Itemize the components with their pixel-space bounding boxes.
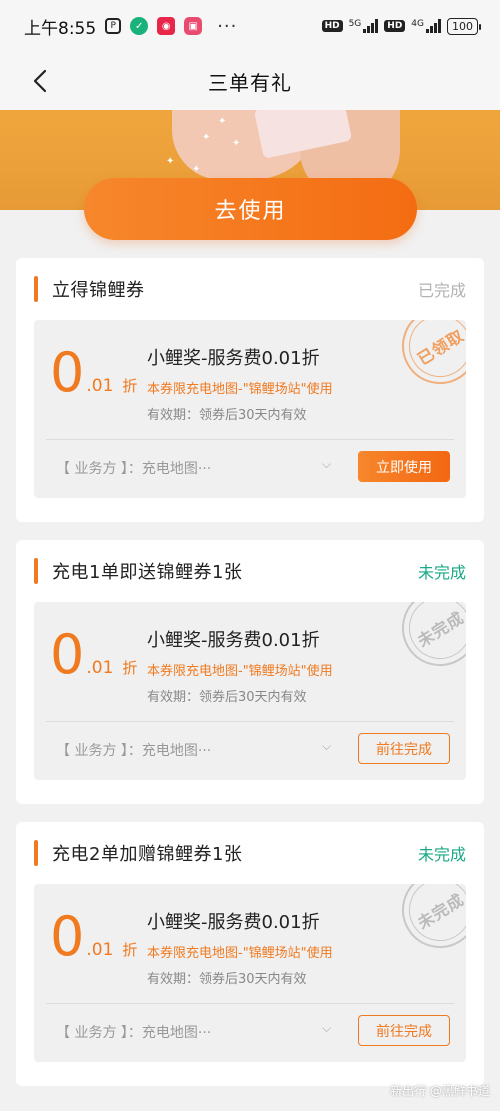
coupon-card: 0 .01 折 小鲤奖-服务费0.01折 本券限充电地图-"锦鲤场站"使用 有效…	[34, 602, 466, 780]
task-title: 充电2单加赠锦鲤券1张	[52, 844, 243, 865]
page-title: 三单有礼	[208, 70, 292, 95]
task-list: 立得锦鲤券 已完成 0 .01 折 小鲤奖-服务费0.01折 本券限充电地图-"…	[16, 258, 484, 1086]
discount-integer: 0	[50, 341, 85, 404]
coupon-validity: 有效期：领券后30天内有效	[147, 690, 307, 705]
sparkle-icon: ✦	[192, 164, 201, 175]
coupon-restriction: 本券限充电地图-"锦鲤场站"使用	[147, 946, 333, 961]
divider	[46, 439, 454, 440]
coupon-discount: 0 .01 折	[50, 910, 137, 964]
coupon-card: 0 .01 折 小鲤奖-服务费0.01折 本券限充电地图-"锦鲤场站"使用 有效…	[34, 884, 466, 1062]
title-accent-bar	[34, 276, 38, 302]
chevron-left-icon	[33, 69, 47, 93]
provider-label: 【 业务方 】：充电地图···	[56, 1025, 212, 1041]
task-card: 充电1单即送锦鲤券1张 未完成 0 .01 折 小鲤奖-服务费0.01折 本券限…	[16, 540, 484, 804]
stamp-label: 未完成	[414, 889, 466, 933]
back-button[interactable]	[24, 65, 56, 97]
coupon-validity: 有效期：领券后30天内有效	[147, 408, 307, 423]
provider-label: 【 业务方 】：充电地图···	[56, 461, 212, 477]
discount-unit: 折	[122, 377, 138, 395]
battery-icon: 100	[447, 17, 481, 35]
hd-icon-2: HD	[384, 20, 406, 32]
provider-label: 【 业务方 】：充电地图···	[56, 743, 212, 759]
task-title: 立得锦鲤券	[52, 280, 145, 301]
status-bar: 上午8:55 P ✓ ◉ ▣ ··· HD 5G HD 4G 100	[0, 0, 500, 52]
use-now-button[interactable]: 去使用	[84, 178, 417, 240]
coupon-name: 小鲤奖-服务费0.01折	[147, 348, 320, 369]
incomplete-stamp: 未完成	[387, 602, 466, 681]
sparkle-icon: ✦	[232, 138, 241, 149]
go-complete-button[interactable]: 前往完成	[358, 733, 450, 764]
watermark: 新出行 @黑鲜书道	[390, 1084, 490, 1098]
task-card: 充电2单加赠锦鲤券1张 未完成 0 .01 折 小鲤奖-服务费0.01折 本券限…	[16, 822, 484, 1086]
title-accent-bar	[34, 558, 38, 584]
discount-decimal: .01	[86, 376, 114, 396]
discount-unit: 折	[122, 941, 138, 959]
coupon-restriction: 本券限充电地图-"锦鲤场站"使用	[147, 664, 333, 679]
task-title: 充电1单即送锦鲤券1张	[52, 562, 243, 583]
claimed-stamp: 已领取	[387, 320, 466, 399]
discount-decimal: .01	[86, 658, 114, 678]
divider	[46, 1003, 454, 1004]
hd-icon: HD	[321, 20, 343, 32]
coupon-validity: 有效期：领券后30天内有效	[147, 972, 307, 987]
divider	[46, 721, 454, 722]
go-complete-button[interactable]: 前往完成	[358, 1015, 450, 1046]
stamp-label: 未完成	[414, 607, 466, 651]
discount-integer: 0	[50, 905, 85, 968]
task-status: 未完成	[417, 845, 466, 864]
p-icon: P	[105, 18, 122, 34]
coupon-name: 小鲤奖-服务费0.01折	[147, 630, 320, 651]
sparkle-icon: ✦	[202, 132, 211, 143]
weibo-icon: ◉	[157, 17, 176, 35]
discount-decimal: .01	[86, 940, 114, 960]
incomplete-stamp: 未完成	[387, 884, 466, 963]
coupon-restriction: 本券限充电地图-"锦鲤场站"使用	[147, 382, 333, 397]
discount-integer: 0	[50, 623, 85, 686]
sparkle-icon: ✦	[218, 116, 227, 127]
coupon-discount: 0 .01 折	[50, 346, 137, 400]
use-coupon-button[interactable]: 立即使用	[358, 451, 450, 482]
signal-5g-icon: 5G	[349, 19, 379, 33]
status-left: 上午8:55 P ✓ ◉ ▣ ···	[24, 14, 237, 39]
status-right: HD 5G HD 4G 100	[321, 17, 481, 35]
task-header: 立得锦鲤券 已完成	[16, 258, 484, 320]
status-time: 上午8:55	[24, 18, 97, 39]
task-header: 充电2单加赠锦鲤券1张 未完成	[16, 822, 484, 884]
chevron-down-icon[interactable]: ⌵	[322, 457, 331, 472]
task-status: 未完成	[417, 563, 466, 582]
discount-unit: 折	[122, 659, 138, 677]
title-accent-bar	[34, 840, 38, 866]
coupon-discount: 0 .01 折	[50, 628, 137, 682]
task-status: 已完成	[417, 281, 466, 300]
chevron-down-icon[interactable]: ⌵	[322, 739, 331, 754]
coupon-card: 0 .01 折 小鲤奖-服务费0.01折 本券限充电地图-"锦鲤场站"使用 有效…	[34, 320, 466, 498]
app-icon: ▣	[184, 17, 203, 35]
sparkle-icon: ✦	[166, 156, 175, 167]
chevron-down-icon[interactable]: ⌵	[322, 1021, 331, 1036]
more-notifications-icon: ···	[217, 15, 238, 37]
nav-bar: 三单有礼	[0, 52, 500, 110]
coupon-name: 小鲤奖-服务费0.01折	[147, 912, 320, 933]
shield-app-icon: ✓	[130, 17, 149, 35]
task-card: 立得锦鲤券 已完成 0 .01 折 小鲤奖-服务费0.01折 本券限充电地图-"…	[16, 258, 484, 522]
signal-4g-icon: 4G	[411, 19, 441, 33]
stamp-label: 已领取	[414, 325, 466, 369]
task-header: 充电1单即送锦鲤券1张 未完成	[16, 540, 484, 602]
